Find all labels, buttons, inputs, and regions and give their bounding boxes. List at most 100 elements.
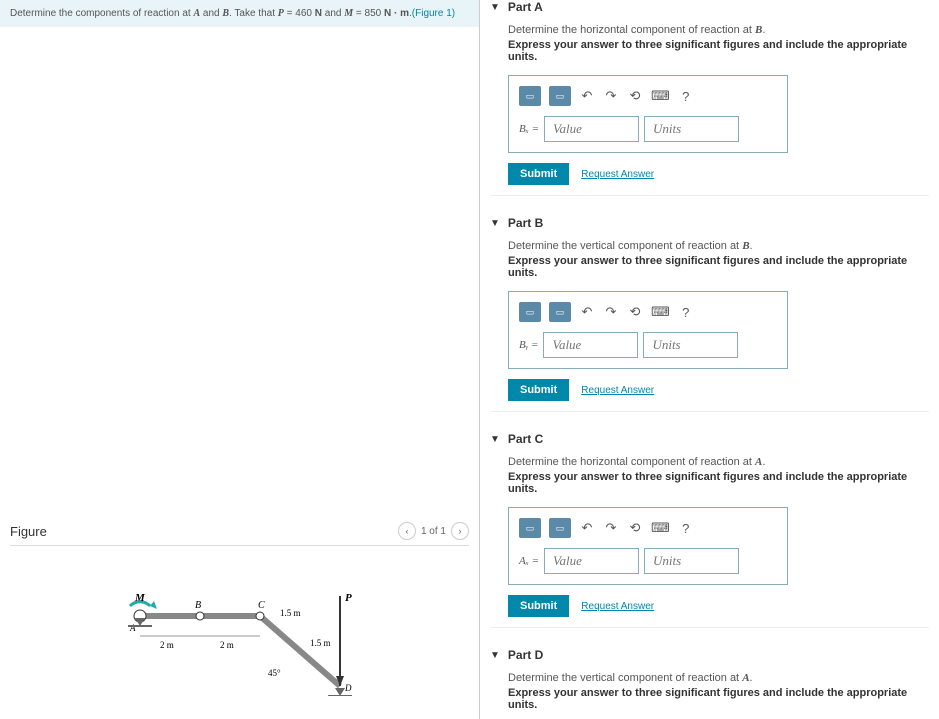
variable-label: Bₓ = — [519, 123, 539, 135]
part-instruction: Express your answer to three significant… — [508, 471, 929, 495]
label-c: C — [258, 600, 265, 611]
dim-4: 2 m — [220, 640, 234, 650]
submit-button[interactable]: Submit — [508, 379, 569, 401]
part-title: Part A — [508, 0, 543, 14]
dim-3: 2 m — [160, 640, 174, 650]
help-icon[interactable]: ? — [678, 302, 694, 322]
answer-toolbar: ▭ ▭ ↶ ↷ ⟲ ⌨ ? — [519, 518, 777, 538]
figure-header: Figure ‹ 1 of 1 › — [10, 522, 469, 546]
part-b: ▼ Part B Determine the vertical componen… — [490, 216, 929, 412]
part-c: ▼ Part C Determine the horizontal compon… — [490, 432, 929, 628]
answer-box: ▭ ▭ ↶ ↷ ⟲ ⌨ ? Bᵧ = — [508, 291, 788, 369]
template-button-1[interactable]: ▭ — [519, 302, 541, 322]
variable-label: Aₓ = — [519, 555, 539, 567]
undo-icon[interactable]: ↶ — [579, 86, 595, 106]
problem-statement: Determine the components of reaction at … — [0, 0, 479, 27]
part-prompt: Determine the vertical component of reac… — [508, 672, 929, 684]
answer-toolbar: ▭ ▭ ↶ ↷ ⟲ ⌨ ? — [519, 86, 777, 106]
answer-toolbar: ▭ ▭ ↶ ↷ ⟲ ⌨ ? — [519, 302, 777, 322]
figure-title: Figure — [10, 524, 47, 539]
redo-icon[interactable]: ↷ — [603, 86, 619, 106]
input-row: Bᵧ = — [519, 332, 777, 358]
units-input[interactable] — [644, 116, 739, 142]
label-p: P — [345, 592, 352, 604]
part-d: ▼ Part D Determine the vertical componen… — [490, 648, 929, 719]
label-b: B — [195, 600, 201, 611]
keyboard-icon[interactable]: ⌨ — [651, 302, 670, 322]
part-title: Part C — [508, 432, 543, 446]
part-header[interactable]: ▼ Part C — [490, 432, 929, 446]
help-icon[interactable]: ? — [678, 86, 694, 106]
reset-icon[interactable]: ⟲ — [627, 518, 643, 538]
submit-button[interactable]: Submit — [508, 595, 569, 617]
template-button-1[interactable]: ▭ — [519, 86, 541, 106]
request-answer-link[interactable]: Request Answer — [581, 169, 654, 180]
part-a: ▼ Part A Determine the horizontal compon… — [490, 0, 929, 196]
input-row: Bₓ = — [519, 116, 777, 142]
text: = 850 — [353, 8, 384, 19]
part-title: Part B — [508, 216, 543, 230]
value-input[interactable] — [544, 548, 639, 574]
template-button-2[interactable]: ▭ — [549, 86, 571, 106]
help-icon[interactable]: ? — [678, 518, 694, 538]
variable-m: M — [344, 8, 353, 19]
prev-figure-button[interactable]: ‹ — [398, 522, 416, 540]
part-body: Determine the vertical component of reac… — [490, 672, 929, 719]
keyboard-icon[interactable]: ⌨ — [651, 86, 670, 106]
reset-icon[interactable]: ⟲ — [627, 86, 643, 106]
submit-row: Submit Request Answer — [508, 595, 929, 617]
units-input[interactable] — [643, 332, 738, 358]
part-instruction: Express your answer to three significant… — [508, 687, 929, 711]
label-a: A — [129, 623, 136, 633]
submit-row: Submit Request Answer — [508, 163, 929, 185]
part-prompt: Determine the horizontal component of re… — [508, 456, 929, 468]
template-button-2[interactable]: ▭ — [549, 302, 571, 322]
part-instruction: Express your answer to three significant… — [508, 255, 929, 279]
request-answer-link[interactable]: Request Answer — [581, 385, 654, 396]
unit-n: N — [315, 8, 322, 19]
dim-1: 1.5 m — [280, 608, 301, 618]
text: Determine the components of reaction at — [10, 8, 193, 19]
answer-box: ▭ ▭ ↶ ↷ ⟲ ⌨ ? Bₓ = — [508, 75, 788, 153]
figure-page-indicator: 1 of 1 — [421, 526, 446, 537]
part-instruction: Express your answer to three significant… — [508, 39, 929, 63]
chevron-down-icon: ▼ — [490, 218, 500, 229]
submit-button[interactable]: Submit — [508, 163, 569, 185]
part-body: Determine the vertical component of reac… — [490, 240, 929, 401]
part-prompt: Determine the horizontal component of re… — [508, 24, 929, 36]
part-body: Determine the horizontal component of re… — [490, 456, 929, 617]
part-body: Determine the horizontal component of re… — [490, 24, 929, 185]
value-input[interactable] — [543, 332, 638, 358]
undo-icon[interactable]: ↶ — [579, 302, 595, 322]
part-header[interactable]: ▼ Part D — [490, 648, 929, 662]
undo-icon[interactable]: ↶ — [579, 518, 595, 538]
template-button-2[interactable]: ▭ — [549, 518, 571, 538]
part-title: Part D — [508, 648, 543, 662]
text: = 460 — [284, 8, 315, 19]
dim-2: 1.5 m — [310, 638, 331, 648]
template-button-1[interactable]: ▭ — [519, 518, 541, 538]
reset-icon[interactable]: ⟲ — [627, 302, 643, 322]
chevron-down-icon: ▼ — [490, 650, 500, 661]
part-header[interactable]: ▼ Part B — [490, 216, 929, 230]
right-panel: ▼ Part A Determine the horizontal compon… — [480, 0, 939, 719]
label-d: D — [344, 683, 352, 693]
variable-label: Bᵧ = — [519, 339, 538, 351]
figure-section: Figure ‹ 1 of 1 › — [0, 522, 479, 709]
angle: 45° — [268, 668, 281, 678]
figure-link[interactable]: .(Figure 1) — [409, 8, 455, 19]
keyboard-icon[interactable]: ⌨ — [651, 518, 670, 538]
redo-icon[interactable]: ↷ — [603, 302, 619, 322]
unit-nm: N · m — [384, 8, 409, 19]
value-input[interactable] — [544, 116, 639, 142]
next-figure-button[interactable]: › — [451, 522, 469, 540]
figure-diagram: M B C P A D 1.5 m 1.5 m 2 m 2 m 45° — [10, 566, 469, 709]
left-panel: Determine the components of reaction at … — [0, 0, 480, 719]
request-answer-link[interactable]: Request Answer — [581, 601, 654, 612]
figure-nav: ‹ 1 of 1 › — [398, 522, 469, 540]
part-header[interactable]: ▼ Part A — [490, 0, 929, 14]
redo-icon[interactable]: ↷ — [603, 518, 619, 538]
label-m: M — [134, 592, 146, 604]
units-input[interactable] — [644, 548, 739, 574]
submit-row: Submit Request Answer — [508, 379, 929, 401]
